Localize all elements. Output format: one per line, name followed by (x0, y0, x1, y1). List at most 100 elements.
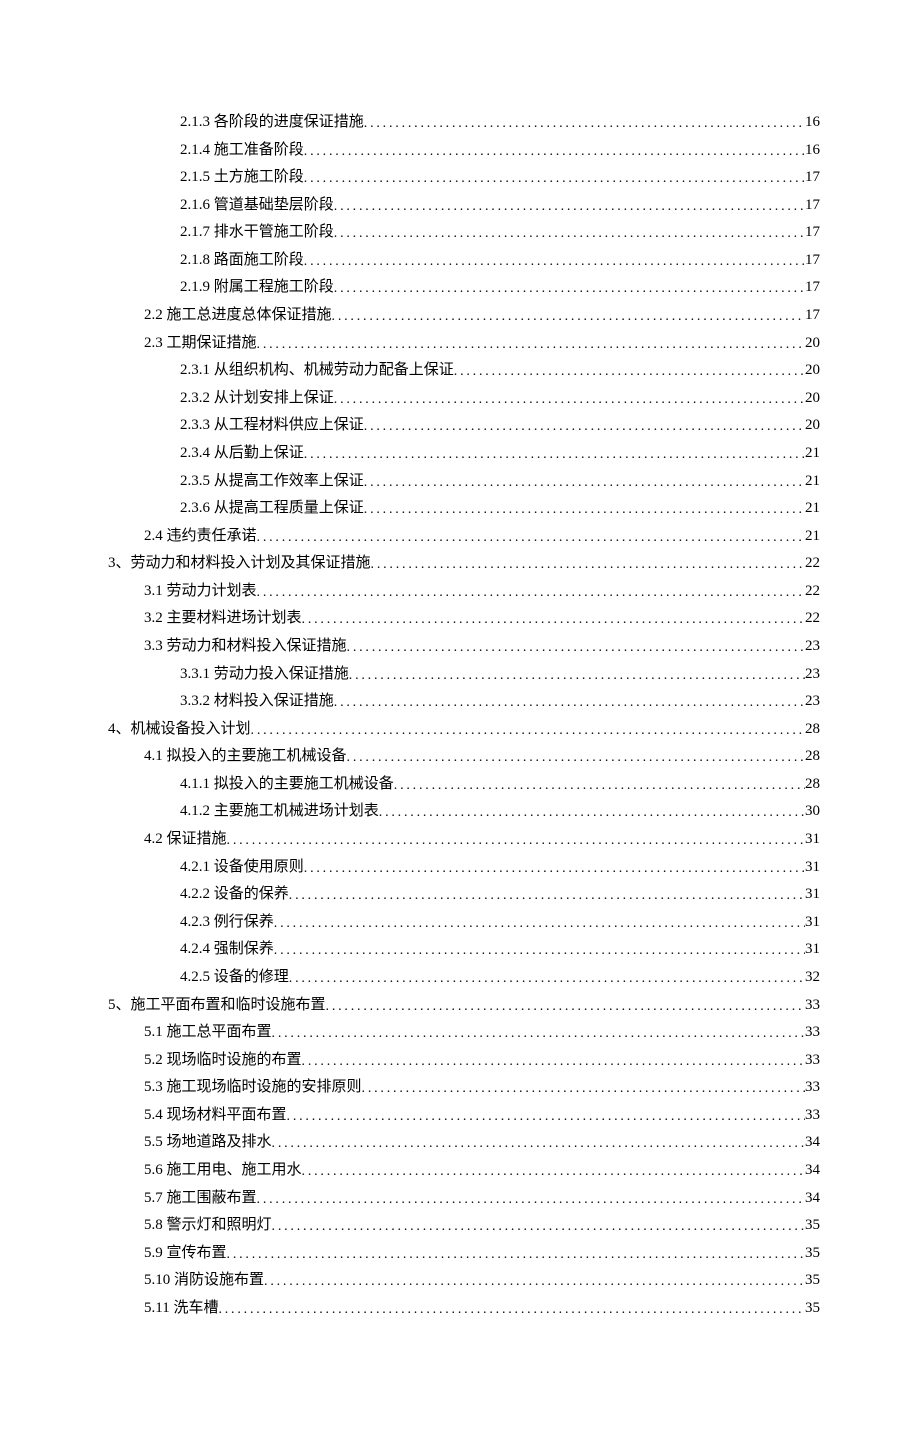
toc-page: 16 (805, 138, 820, 162)
toc-leader (264, 1271, 805, 1292)
toc-page: 21 (805, 469, 820, 493)
toc-page: 31 (805, 827, 820, 851)
toc-entry: 2.1.4 施工准备阶段16 (108, 138, 820, 162)
toc-entry: 3.2 主要材料进场计划表 22 (108, 606, 820, 630)
toc-leader (257, 1189, 805, 1210)
toc-label: 2.2 施工总进度总体保证措施 (144, 303, 332, 327)
toc-leader (364, 416, 805, 437)
toc-entry: 5、施工平面布置和临时设施布置33 (108, 993, 820, 1017)
toc-page: 22 (805, 606, 820, 630)
toc-page: 34 (805, 1158, 820, 1182)
toc-entry: 2.3.5 从提高工作效率上保证21 (108, 469, 820, 493)
toc-page: 22 (805, 551, 820, 575)
toc-leader (302, 609, 805, 630)
toc-leader (362, 1078, 805, 1099)
toc-page: 23 (805, 634, 820, 658)
toc-leader (334, 692, 805, 713)
toc-page: 20 (805, 386, 820, 410)
toc-page: 21 (805, 496, 820, 520)
toc-page: 28 (805, 717, 820, 741)
toc-label: 4.2.5 设备的修理 (180, 965, 289, 989)
toc-entry: 5.6 施工用电、施工用水34 (108, 1158, 820, 1182)
toc-entry: 5.10 消防设施布置35 (108, 1268, 820, 1292)
toc-page: 31 (805, 855, 820, 879)
toc-label: 3.1 劳动力计划表 (144, 579, 257, 603)
toc-leader (334, 389, 805, 410)
toc-label: 2.1.5 土方施工阶段 (180, 165, 304, 189)
toc-leader (272, 1216, 805, 1237)
toc-page: 17 (805, 303, 820, 327)
toc-label: 2.3.2 从计划安排上保证 (180, 386, 334, 410)
toc-entry: 4.2.2 设备的保养31 (108, 882, 820, 906)
toc-label: 3、劳动力和材料投入计划及其保证措施 (108, 551, 371, 575)
toc-entry: 5.5 场地道路及排水 34 (108, 1130, 820, 1154)
toc-entry: 2.3 工期保证措施20 (108, 331, 820, 355)
toc-label: 4.2.1 设备使用原则 (180, 855, 304, 879)
toc-entry: 2.4 违约责任承诺21 (108, 524, 820, 548)
toc-entry: 5.2 现场临时设施的布置33 (108, 1048, 820, 1072)
toc-page: 20 (805, 413, 820, 437)
toc-page: 33 (805, 993, 820, 1017)
toc-entry: 2.2 施工总进度总体保证措施 17 (108, 303, 820, 327)
toc-page: 30 (805, 799, 820, 823)
toc-leader (227, 830, 805, 851)
toc-page: 31 (805, 910, 820, 934)
toc-leader (304, 858, 805, 879)
toc-label: 2.1.8 路面施工阶段 (180, 248, 304, 272)
toc-entry: 3、劳动力和材料投入计划及其保证措施 22 (108, 551, 820, 575)
toc-page: 35 (805, 1268, 820, 1292)
toc-leader (287, 1106, 805, 1127)
toc-label: 2.1.3 各阶段的进度保证措施 (180, 110, 364, 134)
toc-leader (347, 637, 805, 658)
toc-leader (326, 996, 805, 1017)
toc-leader (332, 306, 805, 327)
toc-page: 34 (805, 1130, 820, 1154)
toc-label: 5.5 场地道路及排水 (144, 1130, 272, 1154)
toc-label: 4.1 拟投入的主要施工机械设备 (144, 744, 347, 768)
toc-label: 3.2 主要材料进场计划表 (144, 606, 302, 630)
toc-entry: 4.2.1 设备使用原则 31 (108, 855, 820, 879)
toc-label: 4、机械设备投入计划 (108, 717, 251, 741)
toc-entry: 2.1.7 排水干管施工阶段17 (108, 220, 820, 244)
toc-leader (371, 554, 805, 575)
toc-entry: 4.1 拟投入的主要施工机械设备28 (108, 744, 820, 768)
toc-page: 35 (805, 1213, 820, 1237)
toc-leader (289, 885, 805, 906)
toc-label: 2.3.1 从组织机构、机械劳动力配备上保证 (180, 358, 454, 382)
toc-page: 28 (805, 772, 820, 796)
toc-leader (334, 196, 805, 217)
toc-label: 4.2.3 例行保养 (180, 910, 274, 934)
toc-entry: 2.3.4 从后勤上保证21 (108, 441, 820, 465)
toc-leader (304, 251, 805, 272)
toc-label: 2.1.9 附属工程施工阶段 (180, 275, 334, 299)
toc-label: 3.3.1 劳动力投入保证措施 (180, 662, 349, 686)
toc-entry: 5.1 施工总平面布置 33 (108, 1020, 820, 1044)
toc-page: 17 (805, 165, 820, 189)
toc-label: 5.8 警示灯和照明灯 (144, 1213, 272, 1237)
toc-entry: 2.3.3 从工程材料供应上保证20 (108, 413, 820, 437)
toc-page: 33 (805, 1020, 820, 1044)
toc-label: 5.4 现场材料平面布置 (144, 1103, 287, 1127)
toc-entry: 2.1.5 土方施工阶段 17 (108, 165, 820, 189)
toc-entry: 3.3.1 劳动力投入保证措施23 (108, 662, 820, 686)
toc-entry: 4.2 保证措施31 (108, 827, 820, 851)
toc-leader (289, 968, 805, 989)
toc-leader (304, 141, 805, 162)
toc-entry: 2.1.6 管道基础垫层阶段17 (108, 193, 820, 217)
toc-entry: 4.2.5 设备的修理32 (108, 965, 820, 989)
toc-label: 2.3 工期保证措施 (144, 331, 257, 355)
toc-label: 5.1 施工总平面布置 (144, 1020, 272, 1044)
toc-leader (364, 499, 805, 520)
toc-entry: 3.3.2 材料投入保证措施23 (108, 689, 820, 713)
toc-label: 3.3.2 材料投入保证措施 (180, 689, 334, 713)
toc-page: 16 (805, 110, 820, 134)
toc-page: 31 (805, 882, 820, 906)
toc-label: 5.2 现场临时设施的布置 (144, 1048, 302, 1072)
toc-leader (251, 720, 805, 741)
toc-page: 22 (805, 579, 820, 603)
toc-entry: 2.3.2 从计划安排上保证 20 (108, 386, 820, 410)
toc-leader (364, 472, 805, 493)
toc-entry: 4、机械设备投入计划 28 (108, 717, 820, 741)
toc-leader (272, 1133, 805, 1154)
toc-leader (379, 802, 805, 823)
